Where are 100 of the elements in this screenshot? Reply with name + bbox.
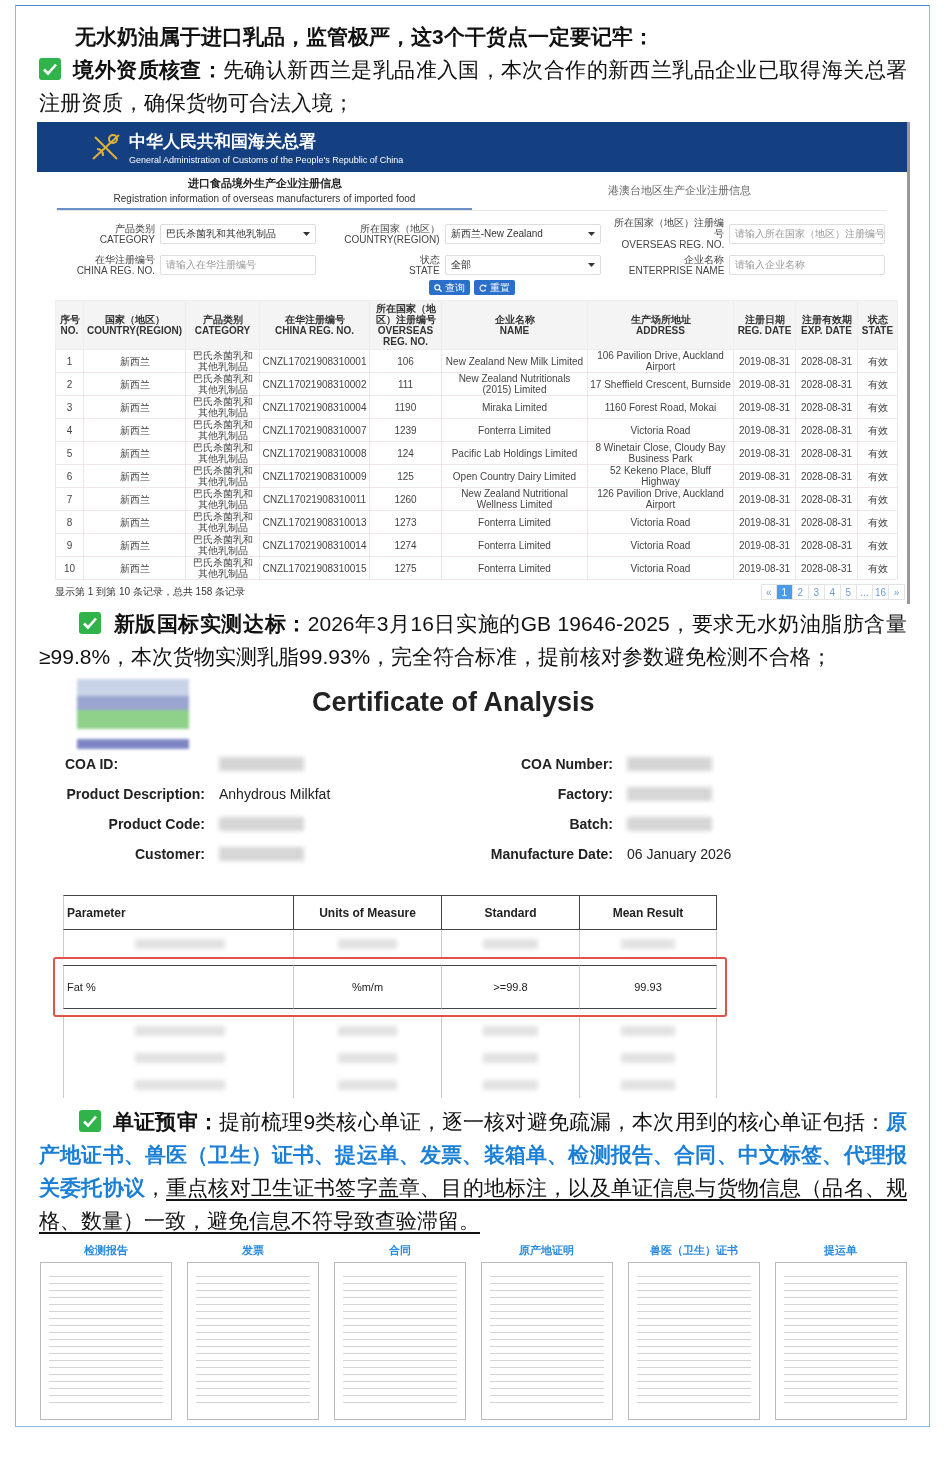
table-cell: CNZL17021908310011 [259, 487, 370, 511]
table-cell: 有效 [857, 372, 898, 396]
input-field[interactable]: 请输入企业名称 [729, 255, 886, 275]
table-cell: Open Country Dairy Limited [441, 464, 588, 488]
tab[interactable]: 进口食品境外生产企业注册信息 Registration information of overseas manufacturers of imported food [57, 172, 472, 210]
blurred-value [620, 1025, 676, 1036]
table-cell: 111 [369, 372, 442, 396]
column-header: 序号 NO. [55, 300, 84, 350]
record-summary: 显示第 1 到第 10 条记录，总共 158 条记录 [55, 585, 246, 599]
table-cell: CNZL17021908310013 [259, 510, 370, 534]
table-cell: 有效 [857, 395, 898, 419]
filter-label: 在华注册编号 CHINA REG. NO. [75, 254, 155, 276]
table-cell: New Zealand Nutritionals (2015) Limited [441, 372, 588, 396]
table-cell: 巴氏杀菌乳和其他乳制品 [185, 372, 260, 396]
table-cell: 有效 [857, 464, 898, 488]
table-cell: 1273 [369, 510, 442, 534]
table-cell: 2028-08-31 [795, 464, 858, 488]
table-cell: 有效 [857, 556, 898, 580]
table-cell: 巴氏杀菌乳和其他乳制品 [185, 487, 260, 511]
field-label: COA Number: [519, 756, 613, 772]
table-cell: 1260 [369, 487, 442, 511]
table-cell: 有效 [857, 418, 898, 442]
table-cell: 10 [55, 556, 84, 580]
table-cell: CNZL17021908310008 [259, 441, 370, 465]
tab[interactable]: 港澳台地区生产企业注册信息 [472, 172, 887, 210]
filter-label: 状态 STATE [407, 254, 440, 276]
table-cell: New Zealand Nutritional Wellness Limited [441, 487, 588, 511]
document-label: 发票 [241, 1243, 264, 1258]
table-cell: 1239 [369, 418, 442, 442]
table-cell: 2019-08-31 [733, 510, 796, 534]
document-label: 合同 [388, 1243, 411, 1258]
table-cell: 2019-08-31 [733, 533, 796, 557]
table-cell: 17 Sheffield Crescent, Burnside [587, 372, 734, 396]
input-field[interactable]: 请输入在华注册编号 [160, 255, 316, 275]
column-header: 产品类别 CATEGORY [185, 300, 260, 350]
table-cell: 2019-08-31 [733, 349, 796, 373]
filter-label: 企业名称 ENTERPRISE NAME [627, 254, 725, 276]
table-cell: 新西兰 [83, 441, 186, 465]
column-header: 注册日期 REG. DATE [733, 300, 796, 350]
table-cell: 1274 [369, 533, 442, 557]
table-cell: 新西兰 [83, 533, 186, 557]
table-cell: CNZL17021908310015 [259, 556, 370, 580]
table-cell: Fonterra Limited [441, 556, 588, 580]
table-cell: Miraka Limited [441, 395, 588, 419]
dropdown[interactable]: 全部 [444, 255, 601, 275]
table-cell: 1190 [369, 395, 442, 419]
table-cell: 2028-08-31 [795, 441, 858, 465]
table-cell: 新西兰 [83, 349, 186, 373]
field-label: Customer: [134, 846, 205, 862]
field-label: Batch: [568, 816, 613, 832]
dropdown[interactable]: 巴氏杀菌乳和其他乳制品 [160, 223, 316, 244]
search-button[interactable]: 查询 [429, 280, 470, 295]
table-cell: 1160 Forest Road, Mokai [587, 395, 734, 419]
table-cell: 巴氏杀菌乳和其他乳制品 [185, 533, 260, 557]
table-cell: New Zealand New Milk Limited [441, 349, 588, 373]
reset-button[interactable]: 重置 [474, 280, 515, 295]
page-button[interactable]: « [760, 584, 777, 600]
caret-icon [303, 231, 310, 236]
table-cell: %m/m [294, 965, 442, 1009]
table-cell: Fat % [63, 965, 294, 1009]
input-field[interactable]: 请输入所在国家（地区）注册编号 [729, 223, 886, 244]
filter-label: 产品类别 CATEGORY [98, 222, 155, 245]
table-cell: 2028-08-31 [795, 556, 858, 580]
field-label: Product Code: [107, 816, 205, 832]
document-label: 原产地证明 [519, 1243, 574, 1258]
table-cell: 6 [55, 464, 84, 488]
caret-icon [587, 263, 595, 267]
table-cell: CNZL17021908310014 [259, 533, 370, 557]
field-value: 06 January 2026 [627, 846, 732, 862]
filter-label: 所在国家（地区）注册编号 OVERSEAS REG. NO. [613, 217, 725, 250]
blurred-value [483, 938, 538, 949]
table-cell: 2028-08-31 [795, 372, 858, 396]
page-button[interactable]: » [889, 584, 905, 600]
column-header: 状态 STATE [857, 300, 898, 350]
blurred-value [338, 938, 397, 949]
table-cell: 106 [369, 349, 442, 373]
table-cell: 巴氏杀菌乳和其他乳制品 [185, 464, 260, 488]
table-cell: 巴氏杀菌乳和其他乳制品 [185, 349, 260, 373]
blurred-value [620, 1052, 676, 1063]
table-cell: 2019-08-31 [733, 487, 796, 511]
table-cell: 2028-08-31 [795, 533, 858, 557]
table-cell: 新西兰 [83, 487, 186, 511]
table-cell: Victoria Road [587, 556, 734, 580]
table-cell: 2028-08-31 [795, 349, 858, 373]
table-cell: 新西兰 [83, 372, 186, 396]
table-cell: 巴氏杀菌乳和其他乳制品 [185, 510, 260, 534]
table-cell: 巴氏杀菌乳和其他乳制品 [185, 395, 260, 419]
column-header: Standard [442, 895, 580, 930]
column-header: Mean Result [580, 895, 717, 930]
table-cell: 有效 [857, 533, 898, 557]
table-cell: 99.93 [580, 965, 717, 1009]
blurred-value [338, 1079, 397, 1090]
table-cell: >=99.8 [442, 965, 580, 1009]
blurred-value [483, 1079, 538, 1090]
column-header: 注册有效期 EXP. DATE [795, 300, 858, 350]
table-cell: CNZL17021908310004 [259, 395, 370, 419]
filter-label: 所在国家（地区） COUNTRY(REGION) [343, 222, 440, 245]
dropdown[interactable]: 新西兰-New Zealand [444, 223, 601, 244]
paragraph: 境外资质核查：先确认新西兰是乳品准入国，本次合作的新西兰乳品企业已取得海关总署注册资质，确保货物可合法入境； [39, 57, 907, 116]
blurred-value [483, 1052, 538, 1063]
